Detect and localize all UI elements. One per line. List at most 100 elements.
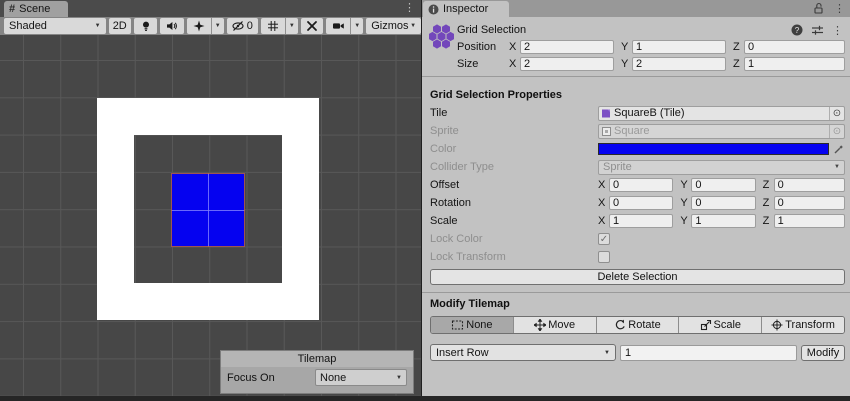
axis-y-label: Y (680, 179, 691, 191)
axis-x-label: X (598, 179, 609, 191)
position-y-field[interactable]: 1 (632, 40, 726, 54)
collider-type-row: Collider Type Sprite ▼ (422, 158, 850, 176)
lock-color-label: Lock Color (430, 233, 598, 245)
scene-panel: # Scene ⋮ Shaded ▼ 2D (0, 0, 421, 401)
help-icon[interactable]: ? (791, 24, 803, 36)
tile-asset-icon (601, 108, 612, 119)
transform-icon (771, 319, 783, 331)
move-arrows-icon (534, 319, 546, 331)
properties-section-title: Grid Selection Properties (422, 89, 850, 104)
lock-open-icon[interactable] (812, 2, 825, 15)
rotate-icon (614, 319, 626, 331)
inspector-tabstrip: Inspector ⋮ (422, 0, 850, 17)
scene-tool-settings-button[interactable] (301, 18, 323, 34)
scene-effects-group: ▼ (187, 18, 224, 34)
scale-y-field[interactable]: 1 (691, 214, 755, 228)
scene-grid-dropdown[interactable]: ▼ (285, 18, 298, 34)
axis-y-label: Y (680, 197, 691, 209)
scene-camera-dropdown[interactable]: ▼ (350, 18, 363, 34)
tilemap-overlay-title: Tilemap (221, 351, 413, 367)
offset-y-field[interactable]: 0 (691, 178, 755, 192)
tool-move-button[interactable]: Move (513, 317, 596, 333)
chevron-down-icon: ▼ (289, 23, 295, 29)
axis-z-label: Z (763, 179, 774, 191)
tilemap-overlay: Tilemap Focus On None ▼ (220, 350, 414, 394)
sprite-value: Square (612, 125, 829, 137)
info-icon (428, 4, 439, 15)
modify-button[interactable]: Modify (801, 345, 845, 361)
tool-none-button[interactable]: None (431, 317, 513, 333)
rotation-y-field[interactable]: 0 (691, 196, 755, 210)
tile-object-field[interactable]: SquareB (Tile) ⊙ (598, 106, 845, 121)
rotation-label: Rotation (430, 197, 598, 209)
offset-x-field[interactable]: 0 (609, 178, 673, 192)
axis-x-label: X (509, 41, 520, 53)
scene-visibility-button[interactable]: 0 (227, 18, 258, 34)
toggle-2d-label: 2D (113, 20, 127, 32)
grid-selection-header: Grid Selection ? ⋮ Position X2 Y1 Z0 (422, 17, 850, 76)
chevron-down-icon: ▼ (396, 375, 402, 381)
tool-rotate-button[interactable]: Rotate (596, 317, 679, 333)
scene-camera-button[interactable] (326, 18, 350, 34)
gizmos-dropdown[interactable]: Gizmos ▼ (366, 18, 421, 34)
size-z-field[interactable]: 1 (744, 57, 845, 71)
axis-z-label: Z (733, 58, 744, 70)
speaker-icon (166, 20, 178, 32)
rotation-z-field[interactable]: 0 (774, 196, 845, 210)
object-picker-icon[interactable]: ⊙ (829, 107, 844, 120)
tool-scale-button[interactable]: Scale (678, 317, 761, 333)
effects-star-icon (193, 20, 205, 32)
presets-icon[interactable] (811, 24, 824, 36)
color-row: Color (422, 140, 850, 158)
focus-on-dropdown[interactable]: None ▼ (315, 369, 407, 386)
tool-transform-button[interactable]: Transform (761, 317, 844, 333)
position-x-field[interactable]: 2 (520, 40, 614, 54)
axis-y-label: Y (621, 41, 632, 53)
size-y-field[interactable]: 2 (632, 57, 726, 71)
collider-type-dropdown: Sprite ▼ (598, 160, 845, 175)
axis-y-label: Y (680, 215, 691, 227)
axis-z-label: Z (763, 197, 774, 209)
scene-viewport[interactable]: Tilemap Focus On None ▼ (0, 35, 421, 396)
color-swatch (598, 143, 829, 155)
component-menu-kebab-icon[interactable]: ⋮ (832, 24, 843, 37)
focus-on-label: Focus On (227, 372, 275, 384)
offset-row: Offset X0 Y0 Z0 (422, 176, 850, 194)
selected-blue-tiles[interactable] (171, 173, 245, 247)
axis-x-label: X (598, 197, 609, 209)
scene-lighting-button[interactable] (134, 18, 157, 34)
rotation-x-field[interactable]: 0 (609, 196, 673, 210)
component-title: Grid Selection (457, 24, 791, 36)
scene-grid-icon: # (9, 3, 15, 15)
scene-grid-button[interactable] (261, 18, 285, 34)
offset-z-field[interactable]: 0 (774, 178, 845, 192)
axis-x-label: X (598, 215, 609, 227)
inspector-menu-kebab-icon[interactable]: ⋮ (834, 2, 845, 15)
modify-section-title: Modify Tilemap (422, 298, 850, 313)
size-row: Size X2 Y2 Z1 (430, 55, 845, 72)
unity-editor-window: # Scene ⋮ Shaded ▼ 2D (0, 0, 850, 401)
scale-z-field[interactable]: 1 (774, 214, 845, 228)
sprite-object-field: Square ⊙ (598, 124, 845, 139)
scene-effects-dropdown[interactable]: ▼ (211, 18, 224, 34)
shading-mode-dropdown[interactable]: Shaded ▼ (4, 18, 106, 34)
scene-menu-kebab-icon[interactable]: ⋮ (404, 1, 415, 16)
collider-type-value: Sprite (603, 161, 632, 173)
lock-transform-label: Lock Transform (430, 251, 598, 263)
scene-tabstrip: # Scene ⋮ (0, 0, 421, 17)
toggle-2d-button[interactable]: 2D (109, 18, 131, 34)
tab-scene[interactable]: # Scene (4, 1, 68, 17)
size-x-field[interactable]: 2 (520, 57, 614, 71)
eyedropper-icon (829, 143, 845, 155)
delete-selection-button[interactable]: Delete Selection (430, 269, 845, 285)
svg-text:?: ? (795, 26, 800, 35)
operation-dropdown[interactable]: Insert Row ▼ (430, 344, 616, 361)
inspector-panel: Inspector ⋮ (422, 0, 850, 396)
camera-icon (332, 20, 345, 32)
position-z-field[interactable]: 0 (744, 40, 845, 54)
scene-audio-button[interactable] (160, 18, 183, 34)
scene-effects-button[interactable] (187, 18, 211, 34)
operation-count-input[interactable]: 1 (620, 345, 797, 361)
tab-inspector[interactable]: Inspector (423, 1, 509, 17)
scale-x-field[interactable]: 1 (609, 214, 673, 228)
